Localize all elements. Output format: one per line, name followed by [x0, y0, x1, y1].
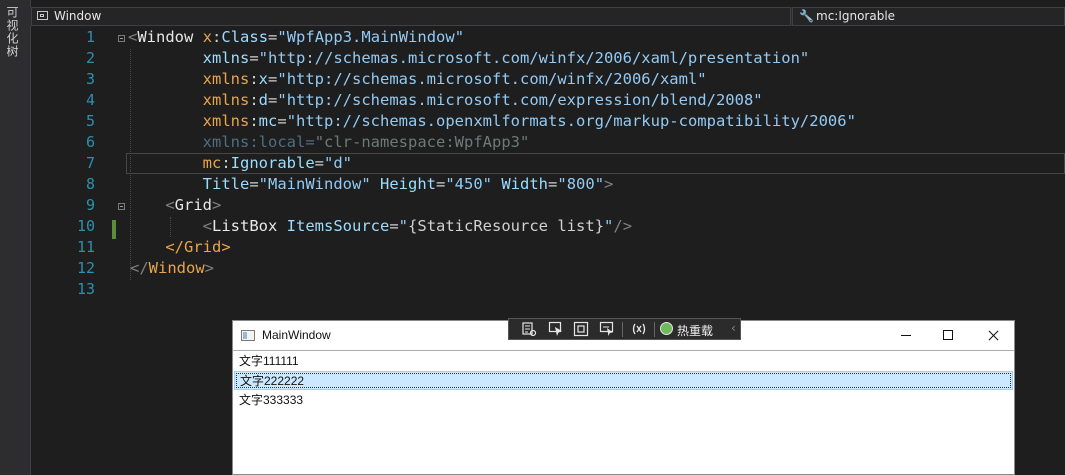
code-text: xmlns:d="http://schemas.microsoft.com/ex…: [202, 91, 763, 109]
hot-reload-label: 热重载: [677, 324, 714, 338]
element-dropdown-label: Window: [54, 9, 102, 23]
code-text: xmlns:x="http://schemas.microsoft.com/wi…: [202, 70, 707, 88]
close-button[interactable]: [970, 321, 1016, 350]
code-text: xmlns:local="clr-namespace:WpfApp3": [202, 133, 530, 151]
code-text: mc:Ignorable="d": [202, 154, 353, 172]
code-line: 4 xmlns:d="http://schemas.microsoft.com/…: [31, 90, 1065, 111]
code-line: 1 <Window x:Class="WpfApp3.MainWindow": [31, 27, 1065, 48]
minimize-button[interactable]: [883, 321, 929, 350]
code-text: <ListBox ItemsSource="{StaticResource li…: [202, 217, 633, 235]
code-line: 5 xmlns:mc="http://schemas.openxmlformat…: [31, 111, 1065, 132]
code-line: 13: [31, 279, 1065, 300]
display-adorners-icon[interactable]: [573, 321, 589, 337]
line-number: 6: [85, 133, 95, 151]
listbox[interactable]: 文字111111 文字222222 文字333333: [233, 350, 1014, 475]
line-number: 13: [76, 280, 95, 298]
binding-failures-icon[interactable]: [631, 321, 647, 337]
runtime-debug-toolbar: 热重载 ‹: [508, 318, 741, 340]
member-dropdown[interactable]: 🔧 mc:Ignorable: [792, 7, 1065, 26]
line-number: 5: [85, 112, 95, 130]
window-icon: [37, 11, 48, 20]
line-number: 10: [76, 217, 95, 235]
code-text: xmlns:mc="http://schemas.openxmlformats.…: [202, 112, 856, 130]
element-dropdown[interactable]: Window: [31, 7, 791, 26]
code-line: 9 <Grid>: [31, 195, 1065, 216]
line-number: 1: [85, 28, 95, 46]
code-line: 11 </Grid>: [31, 237, 1065, 258]
app-window-icon: [241, 330, 255, 341]
line-number: 7: [85, 154, 95, 172]
code-text: <Window x:Class="WpfApp3.MainWindow": [128, 28, 465, 46]
code-text: <Grid>: [165, 196, 222, 214]
line-number: 11: [76, 238, 95, 256]
list-item[interactable]: 文字111111: [234, 352, 1013, 371]
hot-reload-button[interactable]: 热重载: [660, 321, 720, 338]
list-item-selected[interactable]: 文字222222: [234, 371, 1013, 390]
member-dropdown-label: mc:Ignorable: [816, 9, 896, 23]
maximize-button[interactable]: [926, 321, 972, 350]
line-number: 4: [85, 91, 95, 109]
code-line: 3 xmlns:x="http://schemas.microsoft.com/…: [31, 69, 1065, 90]
live-visual-tree-icon[interactable]: [521, 321, 537, 337]
track-focus-icon[interactable]: [599, 321, 615, 337]
check-circle-icon: [660, 322, 673, 335]
collapse-chevron-icon[interactable]: ‹: [731, 321, 736, 335]
toolbar-separator: [654, 322, 655, 337]
wrench-icon: 🔧: [799, 9, 814, 23]
navigation-bar: Window ▼ 🔧 mc:Ignorable: [30, 7, 1065, 26]
code-line: 6 xmlns:local="clr-namespace:WpfApp3": [31, 132, 1065, 153]
line-number: 3: [85, 70, 95, 88]
line-number: 12: [76, 259, 95, 277]
toolbar-separator: [622, 322, 623, 337]
code-line: 12 </Window>: [31, 258, 1065, 279]
visual-tree-tab[interactable]: 可视化树: [4, 6, 21, 58]
code-line: 10 <ListBox ItemsSource="{StaticResource…: [31, 216, 1065, 237]
code-line: 2 xmlns="http://schemas.microsoft.com/wi…: [31, 48, 1065, 69]
select-element-icon[interactable]: [548, 321, 564, 337]
line-number: 9: [85, 196, 95, 214]
code-line: 8 Title="MainWindow" Height="450" Width=…: [31, 174, 1065, 195]
line-number: 8: [85, 175, 95, 193]
side-tool-strip: 可视化树: [0, 0, 31, 475]
window-title: MainWindow: [262, 328, 331, 342]
code-text: Title="MainWindow" Height="450" Width="8…: [202, 175, 614, 193]
code-text: </Window>: [130, 259, 215, 277]
list-item[interactable]: 文字333333: [234, 391, 1013, 410]
code-text: xmlns="http://schemas.microsoft.com/winf…: [202, 49, 810, 67]
line-number: 2: [85, 49, 95, 67]
app-window: MainWindow 文字111111 文字222222 文字333333: [232, 320, 1015, 475]
code-line: 7 mc:Ignorable="d": [31, 153, 1065, 174]
code-text: </Grid>: [165, 238, 231, 256]
